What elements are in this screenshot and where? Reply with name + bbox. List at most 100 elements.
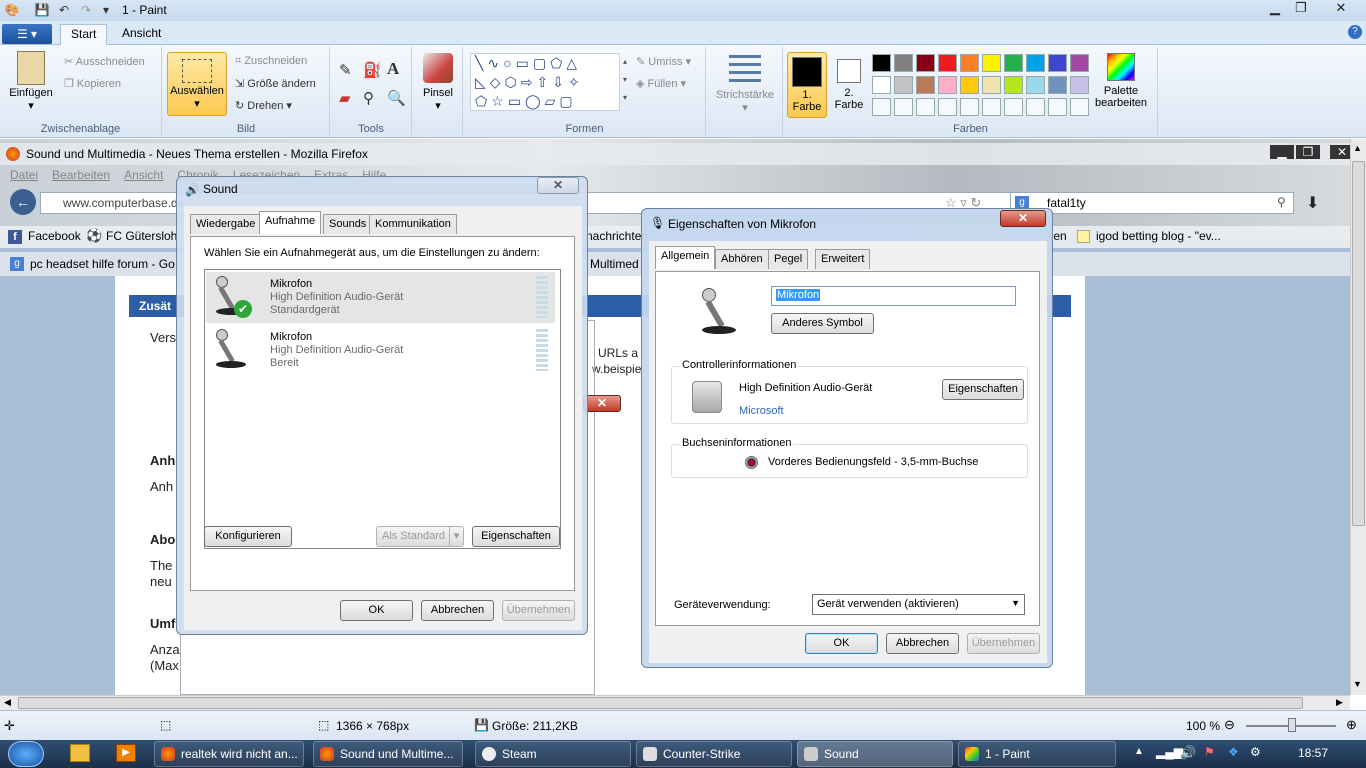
zoom-out-icon[interactable]: ⊖ [1224,717,1235,733]
taskbar-item-counter-strike[interactable]: Counter-Strike [636,741,792,767]
controller-properties-button[interactable]: Eigenschaften [942,379,1024,400]
dropbox-icon[interactable]: ❖ [1228,745,1239,759]
palette-swatch[interactable] [1070,76,1089,94]
tab-ansicht[interactable]: Ansicht [112,24,171,45]
paint-menu-button[interactable]: ☰ ▾ [2,24,52,44]
palette-swatch[interactable] [938,54,957,72]
zoom-slider-thumb[interactable] [1288,718,1296,732]
tab-sounds[interactable]: Sounds [323,214,373,234]
palette-swatch[interactable] [982,54,1001,72]
copy-button[interactable]: ❐ Kopieren [64,77,121,90]
taskbar-item-steam[interactable]: Steam [475,741,631,767]
tab-pegel[interactable]: Pegel [768,249,809,269]
action-center-icon[interactable]: ⚑ [1204,745,1215,759]
device-row-2[interactable]: Mikrofon High Definition Audio-Gerät Ber… [206,325,555,376]
firefox-maximize-button[interactable]: ❐ [1296,145,1320,159]
tab-start[interactable]: Start [60,24,108,45]
minimize-button[interactable]: ▁ [1262,0,1288,18]
taskbar-item-sound-multimedia[interactable]: Sound und Multime... [313,741,463,767]
tab-allgemein[interactable]: Allgemein [655,246,716,269]
sound-properties-button[interactable]: Eigenschaften [472,526,560,547]
undo-icon[interactable]: ↶ [56,2,72,18]
palette-swatch[interactable] [960,76,979,94]
palette-swatch[interactable] [872,76,891,94]
horizontal-scrollbar[interactable]: ◀ ▶ [0,695,1350,710]
palette-empty-swatch[interactable] [1048,98,1067,116]
taskbar-item-realtek[interactable]: realtek wird nicht an... [154,741,304,767]
scroll-right-icon[interactable]: ▶ [1336,697,1343,708]
palette-swatch[interactable] [916,76,935,94]
palette-swatch[interactable] [1004,76,1023,94]
eraser-icon[interactable]: ▰ [339,89,351,107]
outline-button[interactable]: ✎ Umriss ▾ [636,55,691,68]
palette-swatch[interactable] [938,76,957,94]
configure-button[interactable]: Konfigurieren [204,526,292,547]
rotate-button[interactable]: ↻ Drehen ▾ [235,99,292,112]
crop-button[interactable]: ⌗ Zuschneiden [235,55,307,68]
bookmark-igod[interactable]: igod betting blog - "ev... [1096,229,1221,243]
firefox-menu-item[interactable]: Datei [10,168,38,182]
sound-ok-button[interactable]: OK [340,600,413,621]
bookmark-fc-guetersloh[interactable]: FC Gütersloh [106,229,177,243]
palette-swatch[interactable] [1026,54,1045,72]
network-icon[interactable]: ▂▄▆ [1156,745,1183,759]
media-player-icon[interactable]: ▶ [116,744,136,762]
horizontal-scroll-thumb[interactable] [18,697,1303,709]
palette-swatch[interactable] [894,54,913,72]
explorer-icon[interactable] [70,744,90,762]
back-icon[interactable]: ← [10,189,36,215]
start-button[interactable] [8,741,44,767]
mic-properties-close-button[interactable]: ✕ [1000,210,1046,227]
paint-app-icon[interactable]: 🎨 [4,2,20,18]
vertical-scrollbar[interactable]: ▲ ▼ [1350,139,1366,695]
search-icon[interactable]: ⚲ [1277,195,1286,209]
palette-swatch[interactable] [1070,54,1089,72]
palette-swatch[interactable] [916,54,935,72]
sound-apply-button[interactable]: Übernehmen [502,600,575,621]
usage-select[interactable]: Gerät verwenden (aktivieren) ▼ [812,594,1025,615]
palette-empty-swatch[interactable] [916,98,935,116]
resize-button[interactable]: ⇲ Größe ändern [235,77,316,90]
color-picker-icon[interactable]: ⚲ [363,89,374,107]
fill-button[interactable]: ◈ Füllen ▾ [636,77,686,90]
select-button[interactable]: Auswählen ▾ [167,52,227,116]
cut-button[interactable]: ✂ Ausschneiden [64,55,145,68]
palette-swatch[interactable] [894,76,913,94]
firefox-minimize-button[interactable]: ▁ [1270,145,1294,159]
tab-abhoeren[interactable]: Abhören [715,249,769,269]
close-button[interactable]: ✕ [1326,0,1356,18]
sound-close-button[interactable]: ✕ [537,177,579,194]
palette-swatch[interactable] [1026,76,1045,94]
taskbar-item-paint[interactable]: 1 - Paint [958,741,1116,767]
palette-empty-swatch[interactable] [1004,98,1023,116]
device-name-input[interactable]: Mikrofon [771,286,1016,306]
firefox-menu-item[interactable]: Ansicht [124,168,163,182]
pencil-icon[interactable]: ✎ [339,61,352,79]
color2-button[interactable]: 2. Farbe [830,52,868,118]
maximize-button[interactable]: ❐ [1288,0,1314,18]
palette-empty-swatch[interactable] [872,98,891,116]
palette-empty-swatch[interactable] [982,98,1001,116]
zoom-in-icon[interactable]: ⊕ [1346,717,1357,733]
palette-empty-swatch[interactable] [938,98,957,116]
show-hidden-icons[interactable]: ▲ [1134,746,1144,757]
mic-cancel-button[interactable]: Abbrechen [886,633,959,654]
palette-swatch[interactable] [872,54,891,72]
palette-swatch[interactable] [960,54,979,72]
stroke-button[interactable]: Strichstärke ▾ [711,55,779,114]
palette-swatch[interactable] [1048,76,1067,94]
mic-apply-button[interactable]: Übernehmen [967,633,1040,654]
clock[interactable]: 18:57 [1298,746,1328,760]
palette-empty-swatch[interactable] [960,98,979,116]
tab-wiedergabe[interactable]: Wiedergabe [190,214,262,234]
brush-button[interactable]: Pinsel ▾ [417,53,459,112]
palette-swatch[interactable] [1048,54,1067,72]
edit-palette-button[interactable]: Palette bearbeiten [1094,53,1148,109]
taskbar-item-sound[interactable]: Sound [797,741,953,767]
volume-icon[interactable]: 🔊 [1180,745,1196,761]
tab-pc-headset[interactable]: pc headset hilfe forum - Go [30,257,175,271]
tab-multimedia[interactable]: Multimed [590,257,639,271]
set-default-button[interactable]: Als Standard ▾ [376,526,464,547]
steam-tray-icon[interactable]: ⚙ [1250,745,1261,759]
help-icon[interactable]: ? [1348,25,1362,39]
